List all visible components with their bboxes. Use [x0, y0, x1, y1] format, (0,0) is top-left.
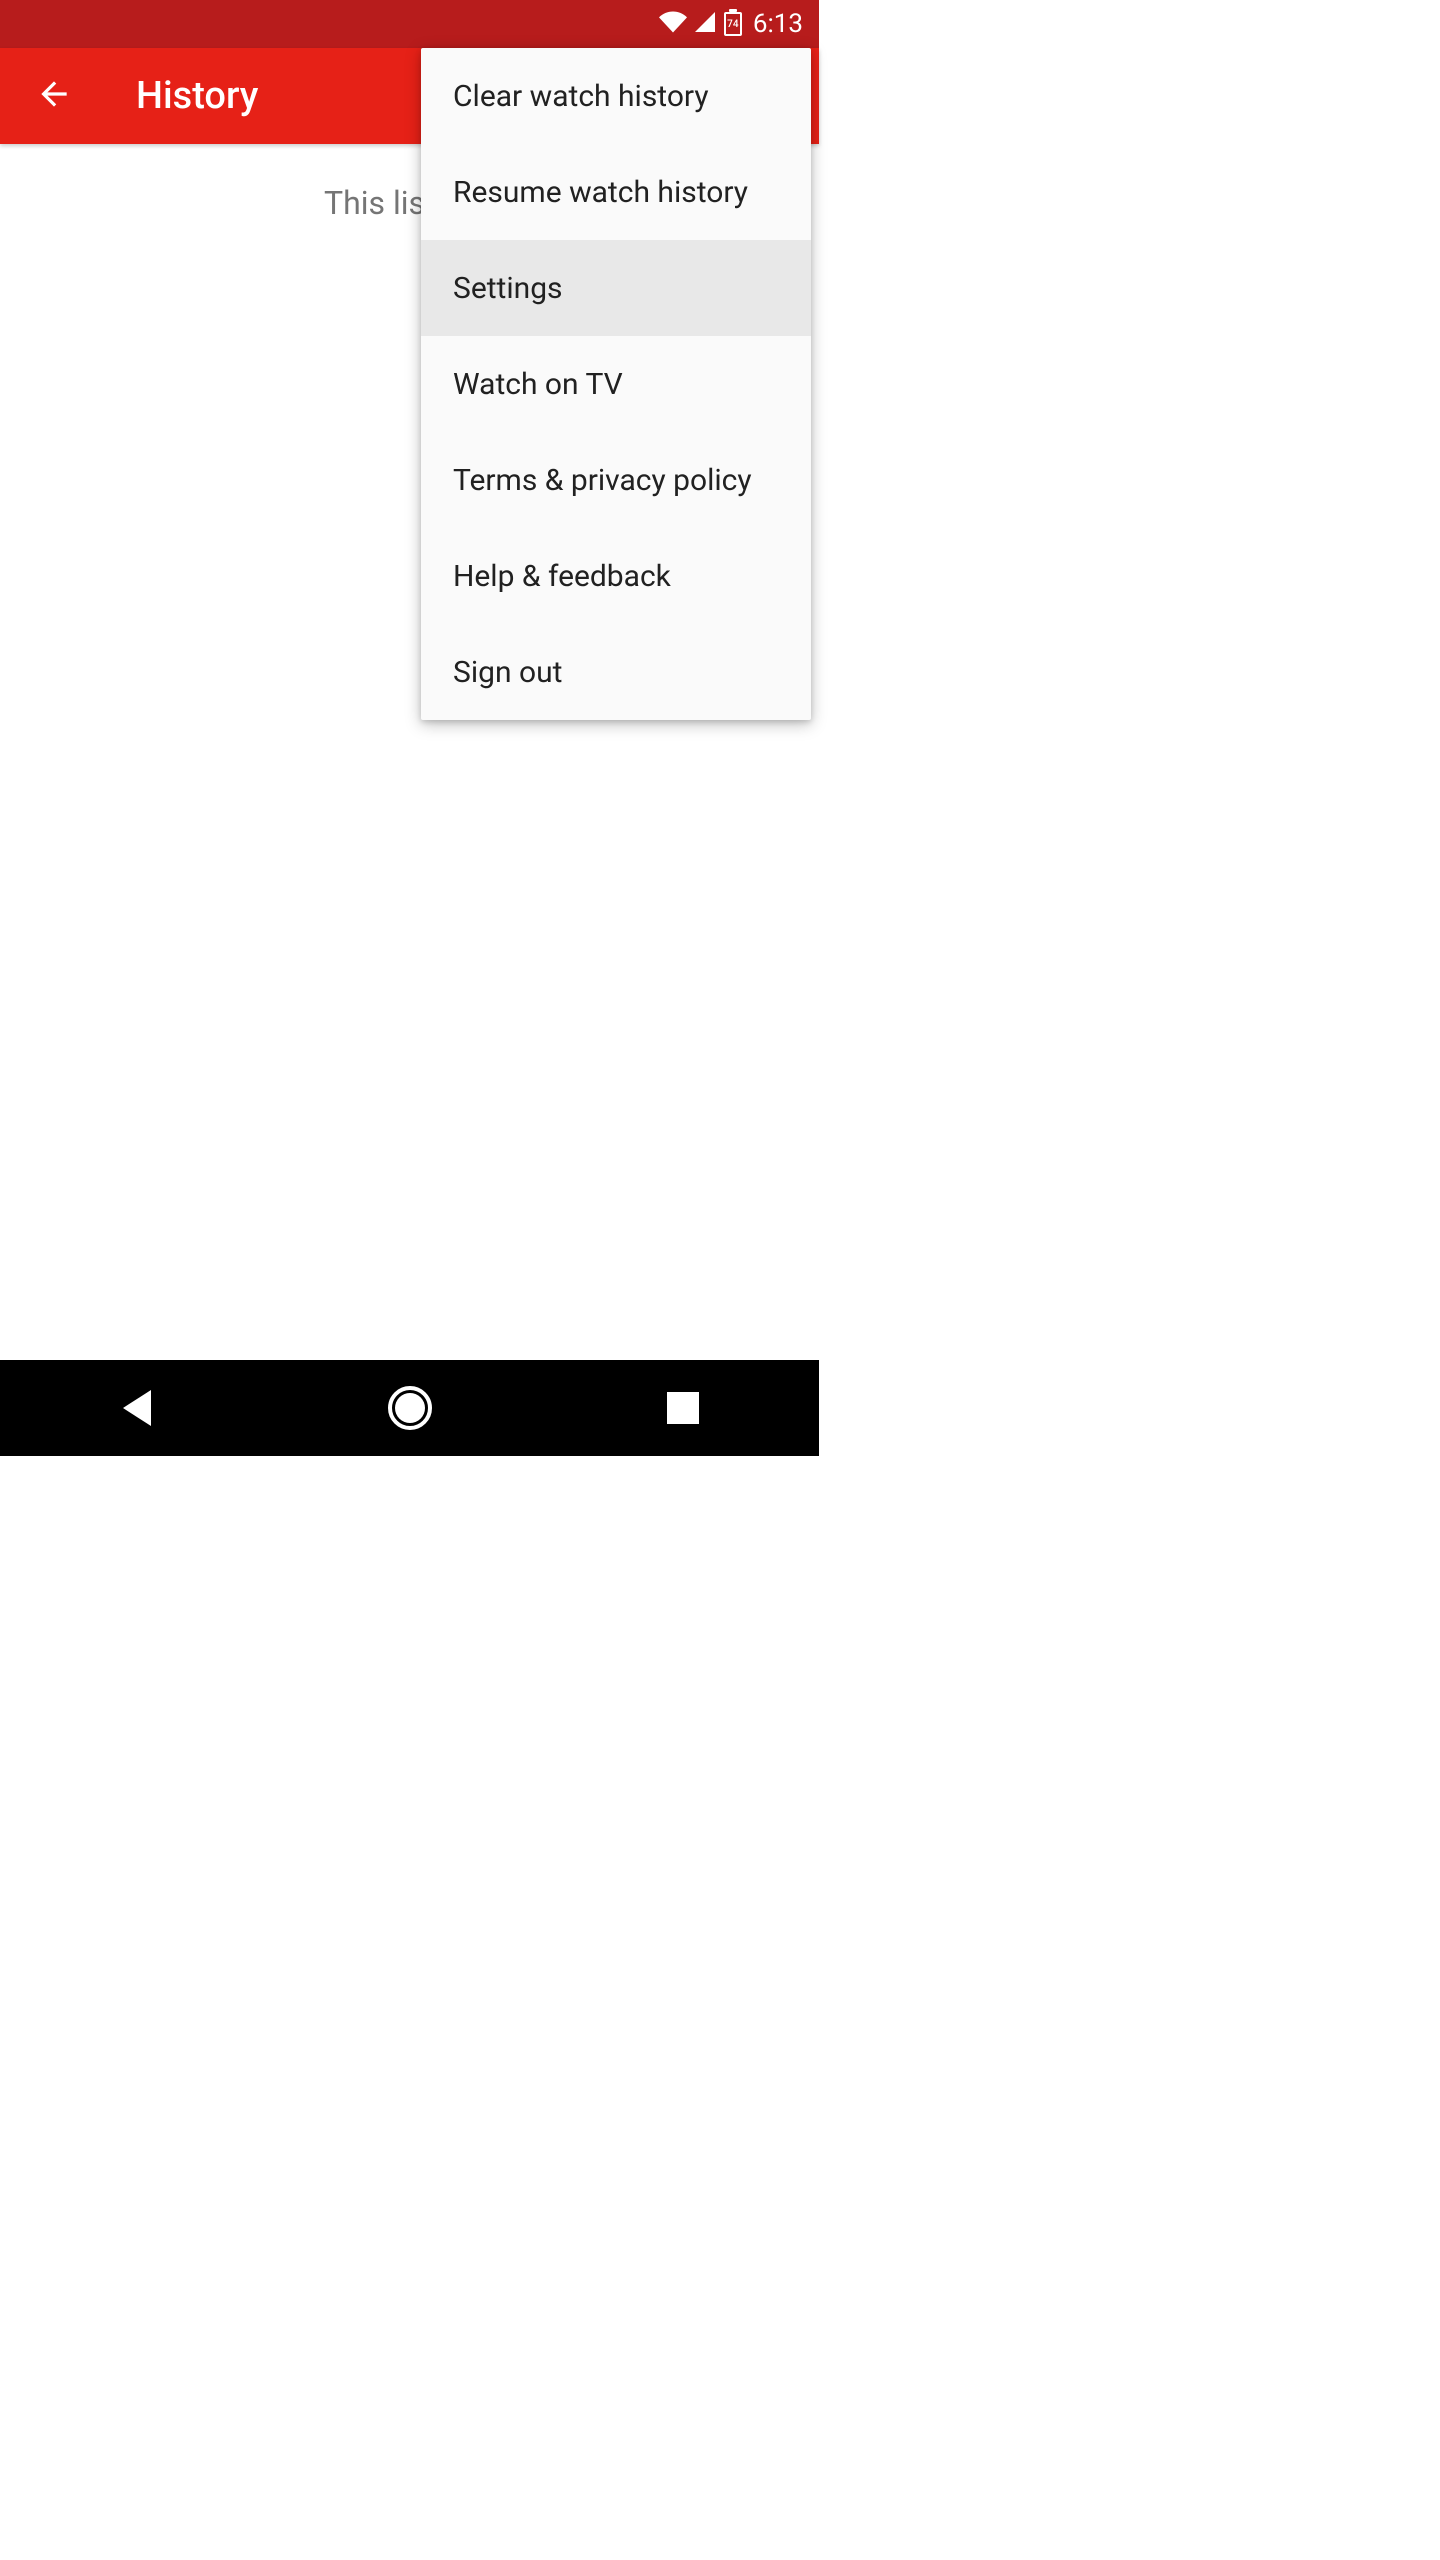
menu-item-watch-on-tv[interactable]: Watch on TV [421, 336, 811, 432]
arrow-left-icon [35, 75, 73, 117]
status-bar: 74 6:13 [0, 0, 819, 48]
status-clock: 6:13 [753, 9, 803, 39]
menu-item-help-feedback[interactable]: Help & feedback [421, 528, 811, 624]
menu-item-label: Help & feedback [453, 559, 671, 594]
square-icon [667, 1392, 699, 1424]
menu-item-sign-out[interactable]: Sign out [421, 624, 811, 720]
battery-icon: 74 [723, 11, 743, 37]
wifi-icon [659, 8, 687, 40]
circle-icon [388, 1386, 432, 1430]
triangle-left-icon [123, 1390, 151, 1426]
cell-signal-icon [693, 10, 717, 38]
menu-item-settings[interactable]: Settings [421, 240, 811, 336]
menu-item-label: Terms & privacy policy [453, 463, 752, 498]
nav-home-button[interactable] [360, 1378, 460, 1438]
menu-item-label: Sign out [453, 655, 562, 690]
menu-item-clear-history[interactable]: Clear watch history [421, 48, 811, 144]
battery-level: 74 [727, 19, 738, 30]
nav-recent-button[interactable] [633, 1378, 733, 1438]
menu-item-terms-privacy[interactable]: Terms & privacy policy [421, 432, 811, 528]
overflow-menu: Clear watch history Resume watch history… [421, 48, 811, 720]
back-button[interactable] [32, 74, 76, 118]
nav-back-button[interactable] [87, 1378, 187, 1438]
menu-item-resume-history[interactable]: Resume watch history [421, 144, 811, 240]
menu-item-label: Clear watch history [453, 79, 709, 114]
navigation-bar [0, 1360, 819, 1456]
page-title: History [136, 74, 258, 118]
menu-item-label: Watch on TV [453, 367, 623, 402]
menu-item-label: Resume watch history [453, 175, 748, 210]
menu-item-label: Settings [453, 271, 563, 306]
